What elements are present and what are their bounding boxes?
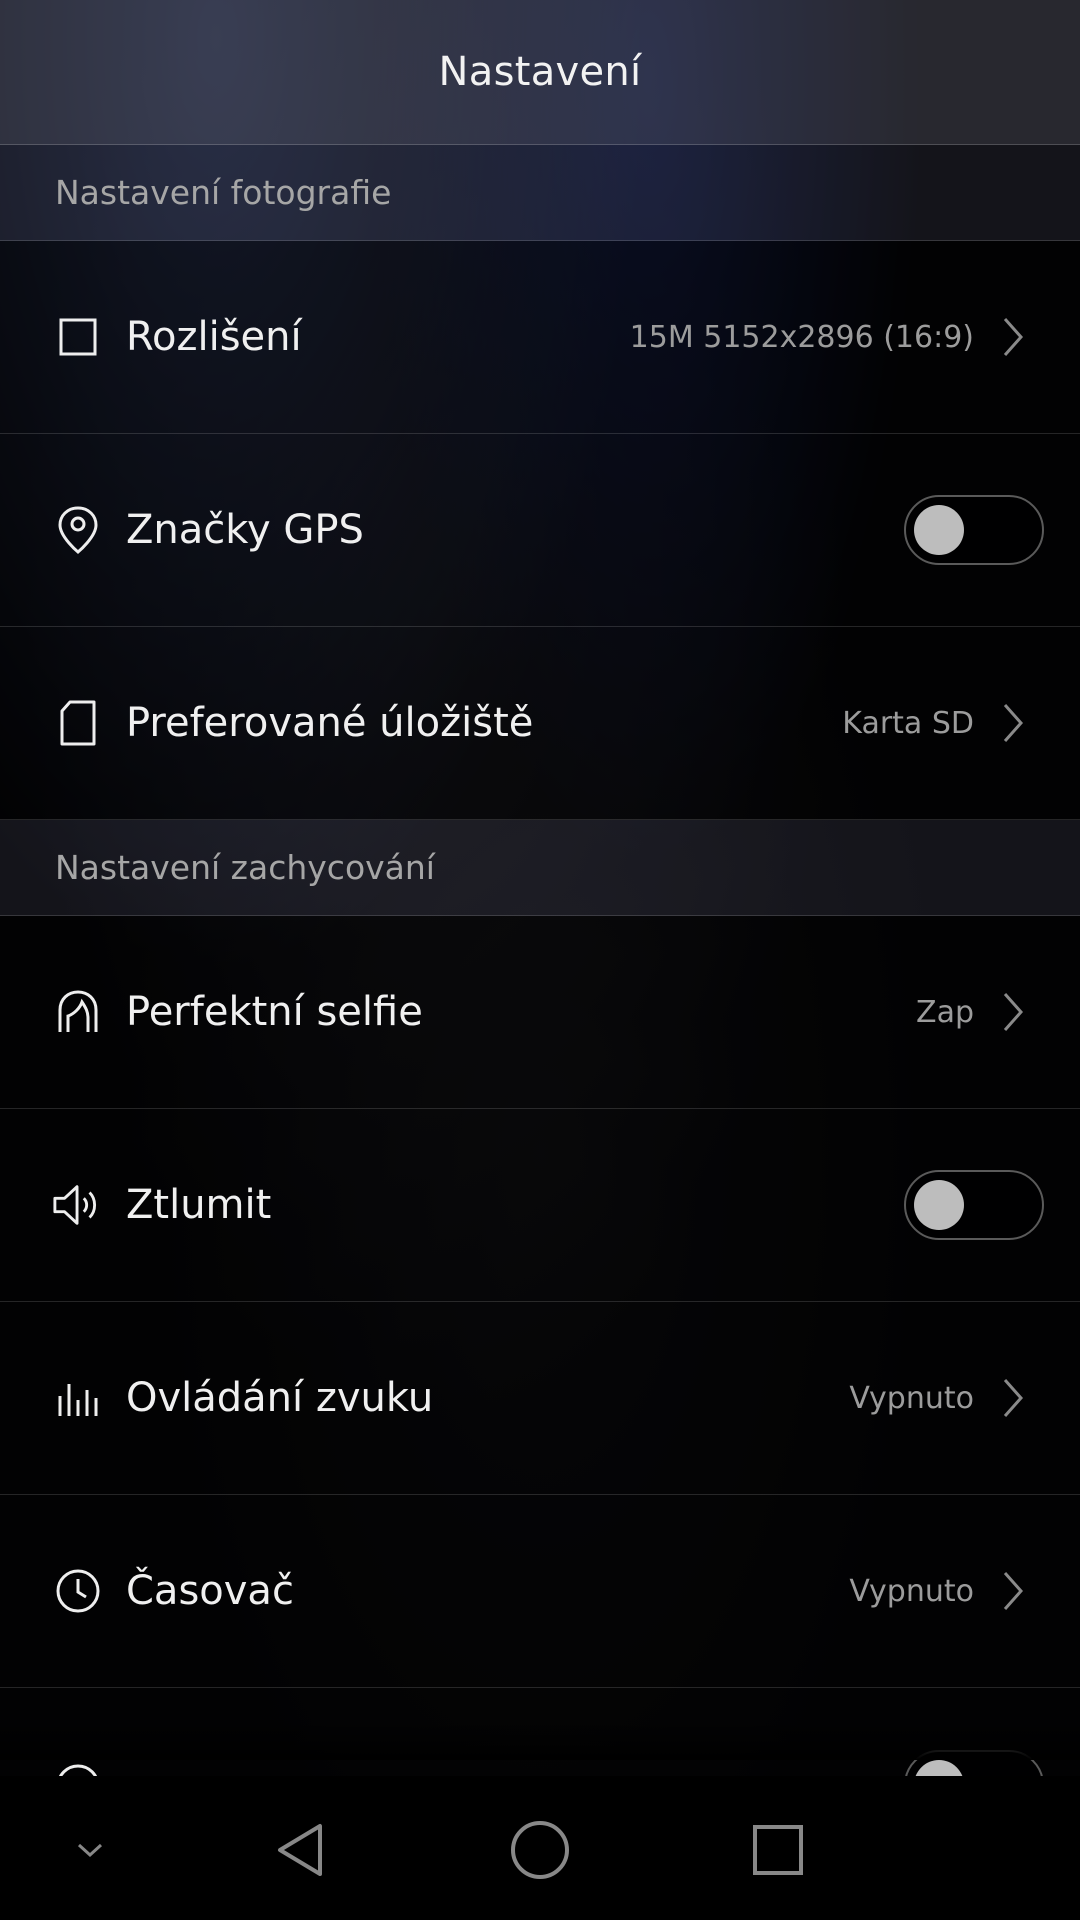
section-title-capture: Nastavení zachycování [55, 848, 435, 887]
camera-settings-screen: Nastavení Nastavení fotografie Rozlišení… [0, 0, 1080, 1920]
setting-label: Rozlišení [126, 314, 302, 360]
setting-label: Časovač [126, 1568, 294, 1614]
toggle-knob [914, 505, 964, 555]
setting-value: 15M 5152x2896 (16:9) [629, 319, 974, 355]
back-triangle-icon[interactable] [250, 1800, 350, 1900]
setting-value: Vypnuto [849, 1573, 974, 1609]
system-nav-bar [0, 1776, 1080, 1920]
section-title-photo: Nastavení fotografie [55, 173, 392, 212]
setting-label: Preferované úložiště [126, 700, 534, 746]
chevron-right-icon [998, 697, 1028, 749]
app-header: Nastavení [0, 0, 1080, 145]
setting-value: Vypnuto [849, 1380, 974, 1416]
clock-icon [52, 1565, 104, 1617]
speaker-icon [52, 1179, 104, 1231]
home-circle-icon[interactable] [490, 1800, 590, 1900]
selfie-face-icon [52, 986, 104, 1038]
scroll-fade [0, 1720, 1080, 1760]
setting-label: Značky GPS [126, 507, 364, 553]
setting-row-timer[interactable]: Časovač Vypnuto [0, 1495, 1080, 1688]
setting-label: Ztlumit [126, 1182, 272, 1228]
toggle-knob [914, 1180, 964, 1230]
chevron-right-icon [998, 311, 1028, 363]
sd-card-icon [52, 697, 104, 749]
square-icon [52, 311, 104, 363]
setting-row-storage[interactable]: Preferované úložiště Karta SD [0, 627, 1080, 820]
chevron-right-icon [998, 986, 1028, 1038]
recents-square-icon[interactable] [728, 1800, 828, 1900]
setting-row-selfie[interactable]: Perfektní selfie Zap [0, 916, 1080, 1109]
mute-toggle[interactable] [904, 1170, 1044, 1240]
setting-label: Perfektní selfie [126, 989, 423, 1035]
setting-label: Ovládání zvuku [126, 1375, 434, 1421]
setting-row-mute: Ztlumit [0, 1109, 1080, 1302]
page-title: Nastavení [438, 49, 642, 95]
setting-row-sound-control[interactable]: Ovládání zvuku Vypnuto [0, 1302, 1080, 1495]
location-pin-icon [52, 504, 104, 556]
setting-value: Karta SD [842, 705, 974, 741]
setting-row-resolution[interactable]: Rozlišení 15M 5152x2896 (16:9) [0, 241, 1080, 434]
chevron-down-icon[interactable] [40, 1800, 140, 1900]
chevron-right-icon [998, 1372, 1028, 1424]
equalizer-icon [52, 1372, 104, 1424]
section-header-photo: Nastavení fotografie [0, 145, 1080, 241]
chevron-right-icon [998, 1565, 1028, 1617]
setting-row-gps: Značky GPS [0, 434, 1080, 627]
gps-toggle[interactable] [904, 495, 1044, 565]
setting-value: Zap [916, 994, 974, 1030]
section-header-capture: Nastavení zachycování [0, 820, 1080, 916]
